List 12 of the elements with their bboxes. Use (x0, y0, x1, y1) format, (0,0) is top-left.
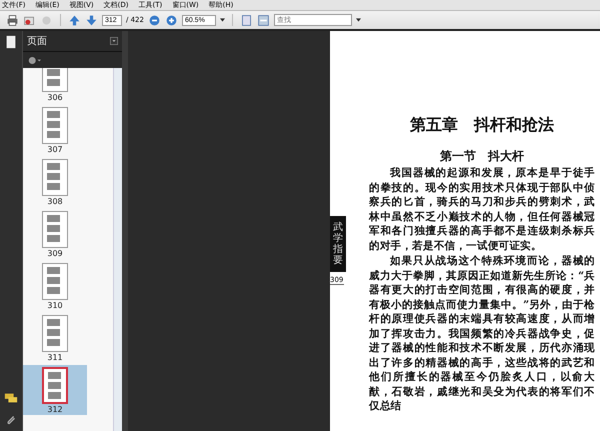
paragraph: 我国器械的起源和发展，原本是早于徒手的拳技的。现今的实用技术只体现于部队中侦察兵的匕首，骑兵的马刀和步兵的劈刺术，武林中虽然不乏小巅技术的人物，但任何器械冠军和各门独擅兵器的高手都不是连级刺杀标兵的对手，若是不信，一试便可证实。 (369, 166, 595, 253)
page-thumbnail[interactable]: 307 (23, 105, 87, 155)
panel-title: 页面 (27, 35, 47, 48)
page-thumbnail[interactable]: 310 (23, 261, 87, 311)
page-thumbnail[interactable]: 311 (23, 313, 87, 363)
chapter-title: 第五章 抖杆和抢法 (410, 115, 554, 136)
page-thumbnail[interactable]: 308 (23, 157, 87, 207)
page-thumbnail[interactable]: 306 (23, 68, 87, 103)
page-thumbnail[interactable]: 312 (23, 365, 87, 415)
section-title: 第一节 抖大杆 (440, 148, 524, 165)
paragraph: 如果只从战场这个特殊环境而论，器械的威力大于拳脚，其原因正如道新先生所论：“兵器有更大的打击空间范围，有很高的硬度，并有极小的接触点而使力量集中。”另外，由于枪杆的原理使兵器的末端具有较高速度，从而增加了挥攻击力。我国频繁的冷兵器战争史，促进了器械的性能和技术不断发展，历代亦涌现出了许多的精器械的高手，这些战将的武艺和他们所擅长的器械至今仍脍炙人口，以俞大猷，石敬岩，戚继光和吴殳为代表的将军们不仅总结 (369, 254, 595, 414)
page-thumbnail[interactable]: 309 (23, 209, 87, 259)
